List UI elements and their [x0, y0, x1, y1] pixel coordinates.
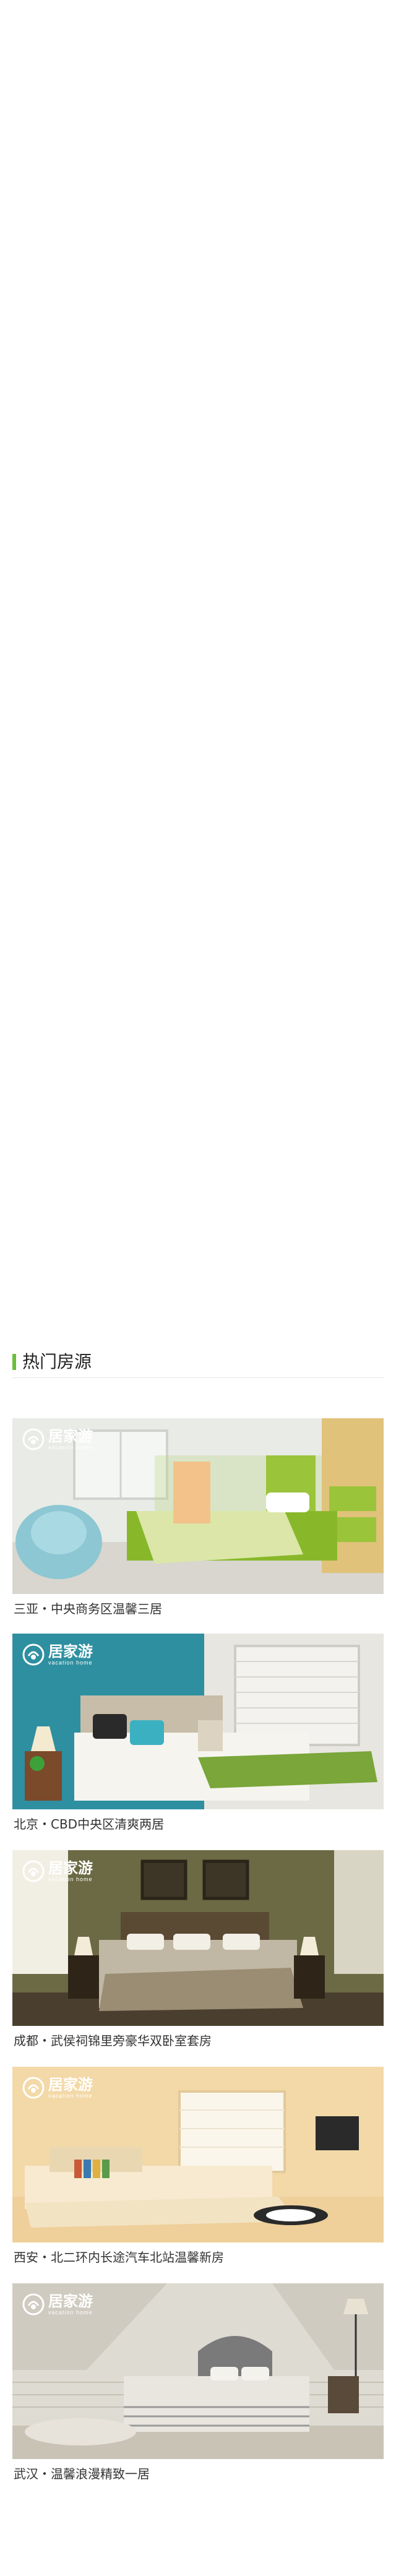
section-title: 热门房源: [22, 1351, 92, 1372]
brand-mark-icon: [22, 1643, 45, 1666]
brand-logo: 居家游 vacation home: [22, 1427, 93, 1452]
brand-mark-icon: [22, 2293, 45, 2315]
logo-name: 居家游: [48, 2291, 93, 2310]
logo-tagline: vacation home: [48, 2309, 93, 2315]
house-photo: 居家游 vacation home: [12, 1850, 384, 2026]
section-accent-bar: [12, 1354, 16, 1370]
logo-name: 居家游: [48, 1426, 93, 1445]
house-card-beijing[interactable]: 居家游 vacation home 北京・CBD中央区清爽两居: [12, 1634, 384, 1844]
hot-listings-section: 热门房源: [0, 1343, 396, 1378]
logo-name: 居家游: [48, 1642, 93, 1660]
house-photo: 居家游 vacation home: [12, 2283, 384, 2459]
blank-content-area: [0, 0, 396, 1343]
house-caption: 成都・武侯祠锦里旁豪华双卧室套房: [14, 2033, 212, 2048]
logo-name: 居家游: [48, 1858, 93, 1877]
logo-tagline: vacation home: [48, 1876, 93, 1882]
logo-tagline: vacation home: [48, 1444, 93, 1450]
brand-mark-icon: [22, 2077, 45, 2099]
house-photo: 居家游 vacation home: [12, 1418, 384, 1594]
house-photo: 居家游 vacation home: [12, 2067, 384, 2242]
house-caption: 北京・CBD中央区清爽两居: [14, 1817, 165, 1832]
house-card-chengdu[interactable]: 居家游 vacation home 成都・武侯祠锦里旁豪华双卧室套房: [12, 1850, 384, 2061]
logo-name: 居家游: [48, 2075, 93, 2093]
house-caption: 武汉・温馨浪漫精致一居: [14, 2466, 150, 2481]
house-caption: 三亚・中央商务区温馨三居: [14, 1601, 162, 1616]
logo-tagline: vacation home: [48, 1659, 93, 1666]
brand-mark-icon: [22, 1860, 45, 1882]
house-card-sanya[interactable]: 居家游 vacation home 三亚・中央商务区温馨三居: [12, 1418, 384, 1629]
brand-mark-icon: [22, 1428, 45, 1450]
house-card-wuhan[interactable]: 居家游 vacation home 武汉・温馨浪漫精致一居: [12, 2283, 384, 2494]
section-header: 热门房源: [12, 1343, 384, 1378]
brand-logo: 居家游 vacation home: [22, 1642, 93, 1667]
house-photo: 居家游 vacation home: [12, 1634, 384, 1809]
house-caption: 西安・北二环内长途汽车北站温馨新房: [14, 2250, 224, 2265]
brand-logo: 居家游 vacation home: [22, 2075, 93, 2100]
logo-tagline: vacation home: [48, 2092, 93, 2099]
house-card-xian[interactable]: 居家游 vacation home 西安・北二环内长途汽车北站温馨新房: [12, 2067, 384, 2277]
brand-logo: 居家游 vacation home: [22, 2292, 93, 2317]
brand-logo: 居家游 vacation home: [22, 1859, 93, 1884]
